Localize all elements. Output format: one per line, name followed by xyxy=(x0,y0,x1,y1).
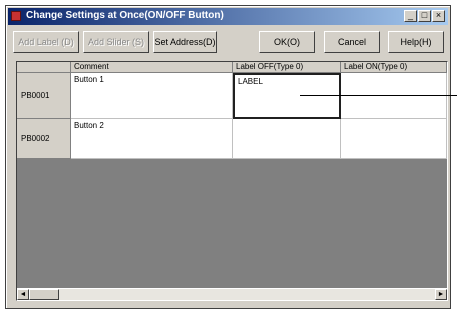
scroll-right-arrow-icon[interactable]: ► xyxy=(435,289,447,300)
set-address-button[interactable]: Set Address(D) xyxy=(153,31,217,53)
row-header-pb0001[interactable]: PB0001 xyxy=(17,73,71,119)
help-button[interactable]: Help(H) xyxy=(388,31,444,53)
close-button[interactable]: × xyxy=(432,10,445,22)
title-bar[interactable]: Change Settings at Once(ON/OFF Button) _… xyxy=(8,8,448,25)
cancel-button[interactable]: Cancel xyxy=(324,31,380,53)
row-header-pb0002[interactable]: PB0002 xyxy=(17,119,71,159)
scroll-thumb[interactable] xyxy=(29,289,59,300)
label-on-cell[interactable] xyxy=(341,73,447,119)
scroll-left-arrow-icon[interactable]: ◄ xyxy=(17,289,29,300)
comment-cell[interactable]: Button 2 xyxy=(71,119,233,159)
app-icon xyxy=(11,11,21,21)
settings-grid: Comment Label OFF(Type 0) Label ON(Type … xyxy=(16,61,448,301)
window-title: Change Settings at Once(ON/OFF Button) xyxy=(26,10,224,21)
maximize-button[interactable]: □ xyxy=(418,10,431,22)
dialog-window: Change Settings at Once(ON/OFF Button) _… xyxy=(5,5,451,309)
minimize-button[interactable]: _ xyxy=(404,10,417,22)
label-off-cell[interactable]: LABEL xyxy=(233,73,341,119)
column-header-comment[interactable]: Comment xyxy=(71,62,233,73)
callout-line xyxy=(300,95,457,96)
corner-header xyxy=(17,62,71,73)
horizontal-scrollbar[interactable]: ◄ ► xyxy=(17,288,447,300)
column-header-label-off[interactable]: Label OFF(Type 0) xyxy=(233,62,341,73)
column-header-label-on[interactable]: Label ON(Type 0) xyxy=(341,62,447,73)
ok-button[interactable]: OK(O) xyxy=(259,31,315,53)
comment-cell[interactable]: Button 1 xyxy=(71,73,233,119)
add-slider-button[interactable]: Add Slider (S) xyxy=(83,31,149,53)
label-on-cell[interactable] xyxy=(341,119,447,159)
label-off-cell[interactable] xyxy=(233,119,341,159)
add-label-button[interactable]: Add Label (D) xyxy=(13,31,79,53)
